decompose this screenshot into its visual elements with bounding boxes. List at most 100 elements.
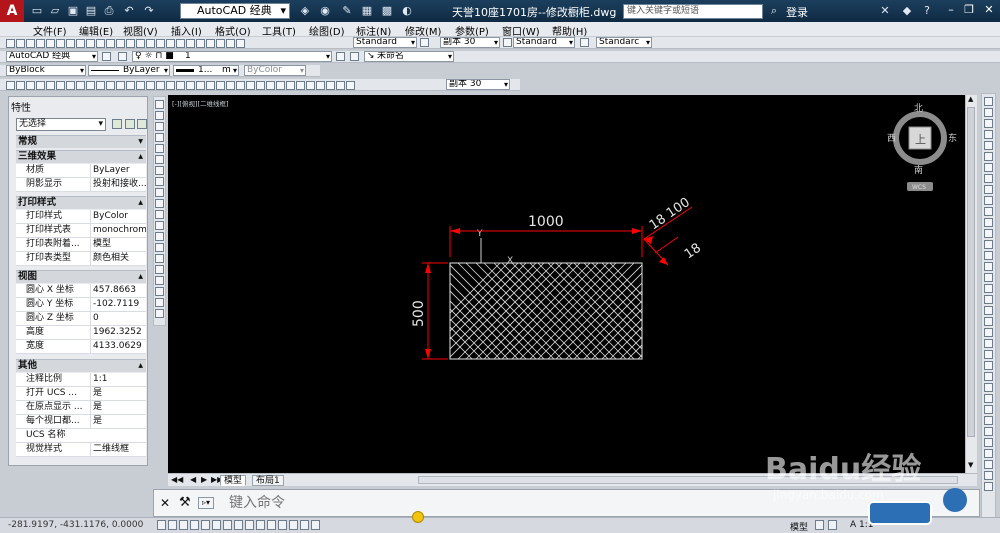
layout-icon[interactable]: ▦ <box>360 4 374 17</box>
dim-diameter-icon[interactable] <box>66 81 75 90</box>
prop-row[interactable]: 打印样式 ByColor <box>16 210 146 224</box>
break-icon[interactable] <box>984 229 993 238</box>
plotstyle-select[interactable]: ByColor ▾ <box>244 65 306 76</box>
exchange-icon[interactable]: ✕ <box>878 4 892 17</box>
menu-help[interactable]: 帮助(H) <box>552 23 587 38</box>
stretch-icon[interactable] <box>984 185 993 194</box>
menu-edit[interactable]: 编辑(E) <box>79 23 113 38</box>
polyline-icon[interactable] <box>155 122 164 131</box>
preview-icon[interactable] <box>46 39 55 48</box>
gradient-icon[interactable] <box>155 265 164 274</box>
draworder-above-icon[interactable] <box>984 471 993 480</box>
toggle-pickadd-icon[interactable] <box>112 119 122 129</box>
copy-icon[interactable] <box>76 39 85 48</box>
redo-icon[interactable]: ↷ <box>142 4 156 17</box>
sheetset-icon[interactable] <box>206 39 215 48</box>
make-block-icon[interactable] <box>155 232 164 241</box>
line-icon[interactable] <box>155 100 164 109</box>
cut-icon[interactable] <box>66 39 75 48</box>
block-icon[interactable] <box>106 39 115 48</box>
model-toggle[interactable]: 模型 <box>790 520 808 533</box>
prop-row[interactable]: 圆心 X 坐标 457.8663 <box>16 284 146 298</box>
menu-dimension[interactable]: 标注(N) <box>356 23 391 38</box>
dim-override-icon[interactable] <box>206 81 215 90</box>
matchprop-icon[interactable] <box>96 39 105 48</box>
dim-angular-icon[interactable] <box>76 81 85 90</box>
snap-extension-icon[interactable] <box>984 328 993 337</box>
saveas-icon[interactable]: ▤ <box>84 4 98 17</box>
copy-object-icon[interactable] <box>984 108 993 117</box>
section-3d[interactable]: 三维效果 ▴ <box>16 150 146 163</box>
table-style-select[interactable]: Standard ▾ <box>513 37 575 48</box>
object-snap-icon[interactable] <box>212 520 221 530</box>
snap-none-icon[interactable] <box>984 427 993 436</box>
rectangle-icon[interactable] <box>155 144 164 153</box>
dim-text-angled-100[interactable]: 100 <box>664 195 693 221</box>
jogged-linear-icon[interactable] <box>166 81 175 90</box>
dim-continue-icon[interactable] <box>106 81 115 90</box>
3d-osnap-icon[interactable] <box>223 520 232 530</box>
snap-perpendicular-icon[interactable] <box>984 372 993 381</box>
properties-icon[interactable] <box>176 39 185 48</box>
dim-text-angled-18a[interactable]: 18 <box>647 212 669 234</box>
infer-constraints-icon[interactable] <box>157 520 166 530</box>
tablestyle-icon[interactable] <box>503 38 512 47</box>
command-prompt-icon[interactable]: ▹▾ <box>198 497 214 509</box>
dim-update-icon[interactable] <box>196 81 205 90</box>
dim-baseline-icon[interactable] <box>96 81 105 90</box>
ellipse-icon[interactable] <box>155 199 164 208</box>
quick-view-layouts-icon[interactable] <box>815 520 824 530</box>
close-icon[interactable]: ✕ <box>982 3 996 17</box>
dim-text-width[interactable]: 1000 <box>528 214 564 230</box>
horizontal-scrollbar[interactable] <box>418 476 958 484</box>
layer-properties-icon[interactable] <box>118 52 127 61</box>
menu-view[interactable]: 视图(V) <box>123 23 158 38</box>
help-icon[interactable] <box>236 39 245 48</box>
vertical-scrollbar[interactable]: ▲ ▼ <box>965 95 977 473</box>
field-icon[interactable] <box>306 81 315 90</box>
prop-row[interactable]: 打印表类型 颜色相关 <box>16 252 146 266</box>
prop-row[interactable]: 高度 1962.3252 <box>16 326 146 340</box>
viewcube[interactable]: 上 北 南 东 西 WCS <box>887 103 957 191</box>
dim-style-select-2[interactable]: 副本 30 ▾ <box>446 79 510 90</box>
extend-icon[interactable] <box>984 207 993 216</box>
quick-dim-icon[interactable] <box>86 81 95 90</box>
grid-icon[interactable]: ▩ <box>380 4 394 17</box>
inspect-icon[interactable] <box>156 81 165 90</box>
snap-midpoint-icon[interactable] <box>984 295 993 304</box>
wrench-icon[interactable]: ⚒ <box>179 495 191 510</box>
menu-window[interactable]: 窗口(W) <box>502 23 540 38</box>
lineweight-select[interactable]: 1... m ▾ <box>173 65 239 76</box>
dim-jogged-icon[interactable] <box>56 81 65 90</box>
restore-icon[interactable]: ❐ <box>962 3 976 17</box>
add-selected-icon[interactable] <box>155 309 164 318</box>
dim-linear-icon[interactable] <box>6 81 15 90</box>
polygon-icon[interactable] <box>155 133 164 142</box>
save-icon[interactable] <box>26 39 35 48</box>
cursor-coordinates[interactable]: -281.9197, -431.1176, 0.0000 <box>8 520 143 530</box>
prop-row[interactable]: 注释比例 1:1 <box>16 373 146 387</box>
join-icon[interactable] <box>984 240 993 249</box>
dim-radius-icon[interactable] <box>46 81 55 90</box>
login-button[interactable]: 登录 <box>786 4 808 20</box>
snap-nearest-icon[interactable] <box>984 416 993 425</box>
text-style-select[interactable]: Standard ▾ <box>353 37 417 48</box>
select-objects-icon[interactable] <box>125 119 135 129</box>
tab-layout1[interactable]: 布局1 <box>252 475 284 486</box>
prop-row[interactable]: 宽度 4133.0629 <box>16 340 146 354</box>
lightbulb-icon[interactable] <box>412 511 424 523</box>
designcenter-icon[interactable] <box>186 39 195 48</box>
open-icon[interactable] <box>16 39 25 48</box>
zoom-previous-icon[interactable] <box>166 39 175 48</box>
draworder-under-icon[interactable] <box>984 482 993 491</box>
open-icon[interactable]: ▱ <box>48 4 62 17</box>
rotate-icon[interactable] <box>984 163 993 172</box>
workspace-select[interactable]: AutoCAD 经典 ▾ <box>180 3 290 19</box>
otrack-icon[interactable] <box>234 520 243 530</box>
quick-view-drawings-icon[interactable] <box>828 520 837 530</box>
app-menu-button[interactable]: A <box>0 0 24 22</box>
named-view-select[interactable]: ↘ 未命名 ▾ <box>364 51 454 62</box>
calculator-icon[interactable] <box>226 39 235 48</box>
trim-icon[interactable] <box>984 196 993 205</box>
tab-next-icon[interactable]: ▶ <box>201 475 207 484</box>
